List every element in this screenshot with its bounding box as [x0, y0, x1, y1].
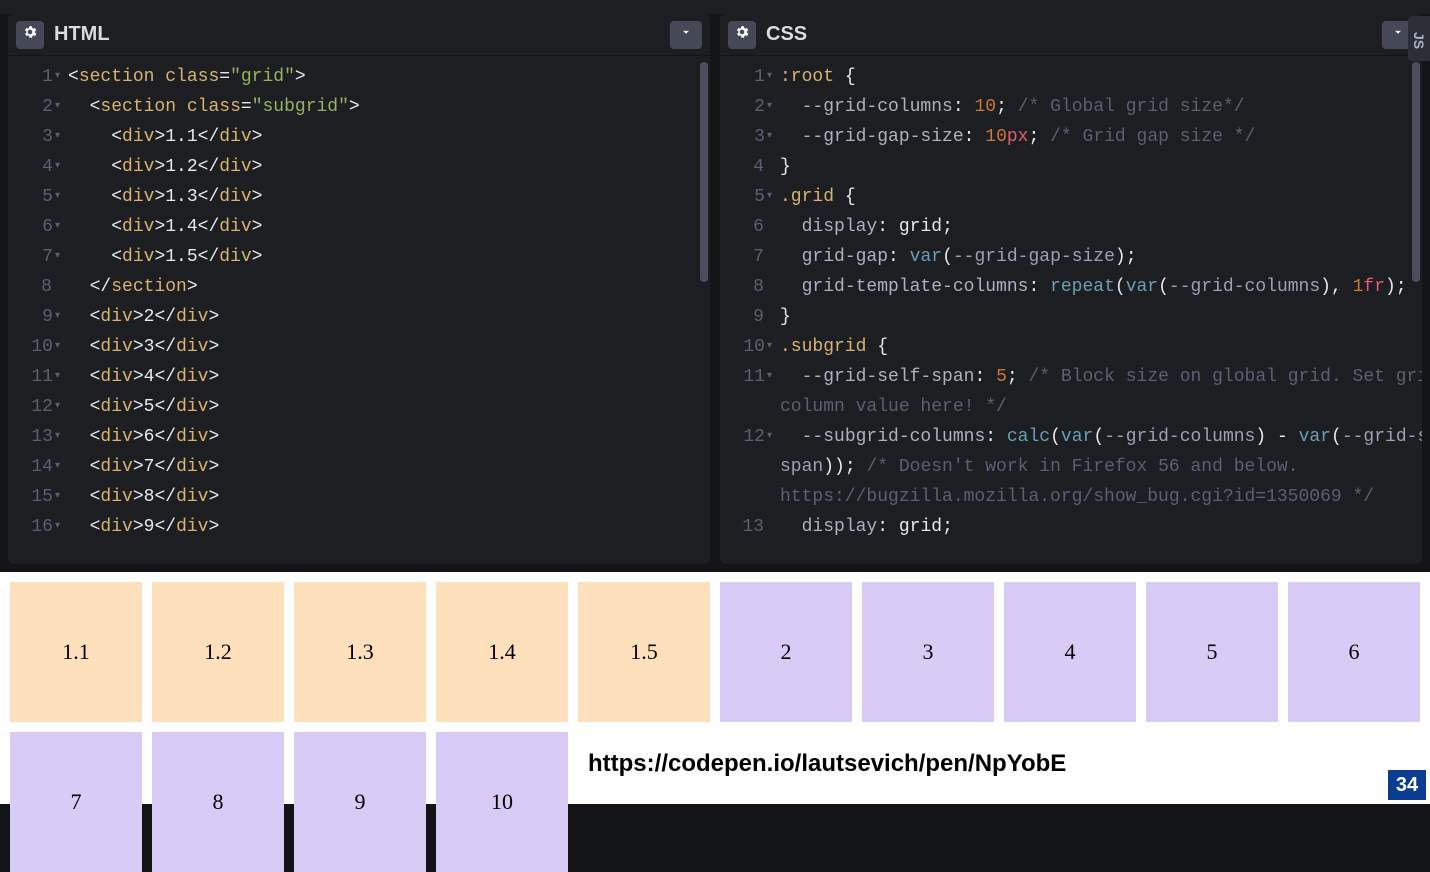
preview-grid: 1.11.21.31.41.523456 78910	[10, 582, 1420, 872]
preview-cell: 1.3	[294, 582, 426, 722]
preview-cell: 5	[1146, 582, 1278, 722]
preview-cell: 3	[862, 582, 994, 722]
chevron-down-icon	[1391, 25, 1405, 44]
css-code-area[interactable]: 1▾2▾3▾4 5▾6 7 8 9 10▾11▾ 12▾ 13 :root { …	[720, 56, 1422, 564]
preview-cell: 1.2	[152, 582, 284, 722]
css-code-content[interactable]: :root { --grid-columns: 10; /* Global gr…	[776, 56, 1422, 564]
css-gutter: 1▾2▾3▾4 5▾6 7 8 9 10▾11▾ 12▾ 13	[720, 56, 776, 564]
preview-cell: 10	[436, 732, 568, 872]
url-overlay: https://codepen.io/lautsevich/pen/NpYobE	[582, 748, 1072, 780]
preview-cell: 1.5	[578, 582, 710, 722]
preview-cell: 2	[720, 582, 852, 722]
css-settings-button[interactable]	[728, 21, 756, 49]
html-editor-panel: HTML 1▾2▾3▾4▾5▾6▾7▾8 9▾10▾11▾12▾13▾14▾15…	[8, 14, 710, 564]
css-editor-header: CSS	[720, 14, 1422, 56]
preview-cell: 8	[152, 732, 284, 872]
gear-icon	[734, 24, 750, 45]
preview-cell: 9	[294, 732, 426, 872]
preview-cell: 6	[1288, 582, 1420, 722]
preview-cell: 4	[1004, 582, 1136, 722]
html-settings-button[interactable]	[16, 21, 44, 49]
preview-cell: 7	[10, 732, 142, 872]
html-code-area[interactable]: 1▾2▾3▾4▾5▾6▾7▾8 9▾10▾11▾12▾13▾14▾15▾16▾ …	[8, 56, 710, 564]
html-gutter: 1▾2▾3▾4▾5▾6▾7▾8 9▾10▾11▾12▾13▾14▾15▾16▾	[8, 56, 64, 564]
gear-icon	[22, 24, 38, 45]
css-scrollbar[interactable]	[1412, 62, 1420, 282]
html-editor-header: HTML	[8, 14, 710, 56]
css-editor-panel: CSS 1▾2▾3▾4 5▾6 7 8 9 10▾11▾ 12▾ 13 :roo…	[720, 14, 1422, 564]
slide-number-badge: 34	[1388, 770, 1426, 800]
preview-cell: 1.4	[436, 582, 568, 722]
window-top-bar	[0, 0, 1430, 14]
chevron-down-icon	[679, 25, 693, 44]
editor-row: HTML 1▾2▾3▾4▾5▾6▾7▾8 9▾10▾11▾12▾13▾14▾15…	[0, 14, 1430, 572]
html-collapse-button[interactable]	[670, 21, 702, 49]
preview-cell: 1.1	[10, 582, 142, 722]
js-editor-tab[interactable]: JS	[1408, 16, 1430, 61]
html-editor-title: HTML	[54, 23, 110, 46]
css-editor-title: CSS	[766, 23, 807, 46]
js-tab-label: JS	[1411, 32, 1427, 49]
html-scrollbar[interactable]	[700, 62, 708, 282]
html-code-content[interactable]: <section class="grid"> <section class="s…	[64, 56, 710, 564]
